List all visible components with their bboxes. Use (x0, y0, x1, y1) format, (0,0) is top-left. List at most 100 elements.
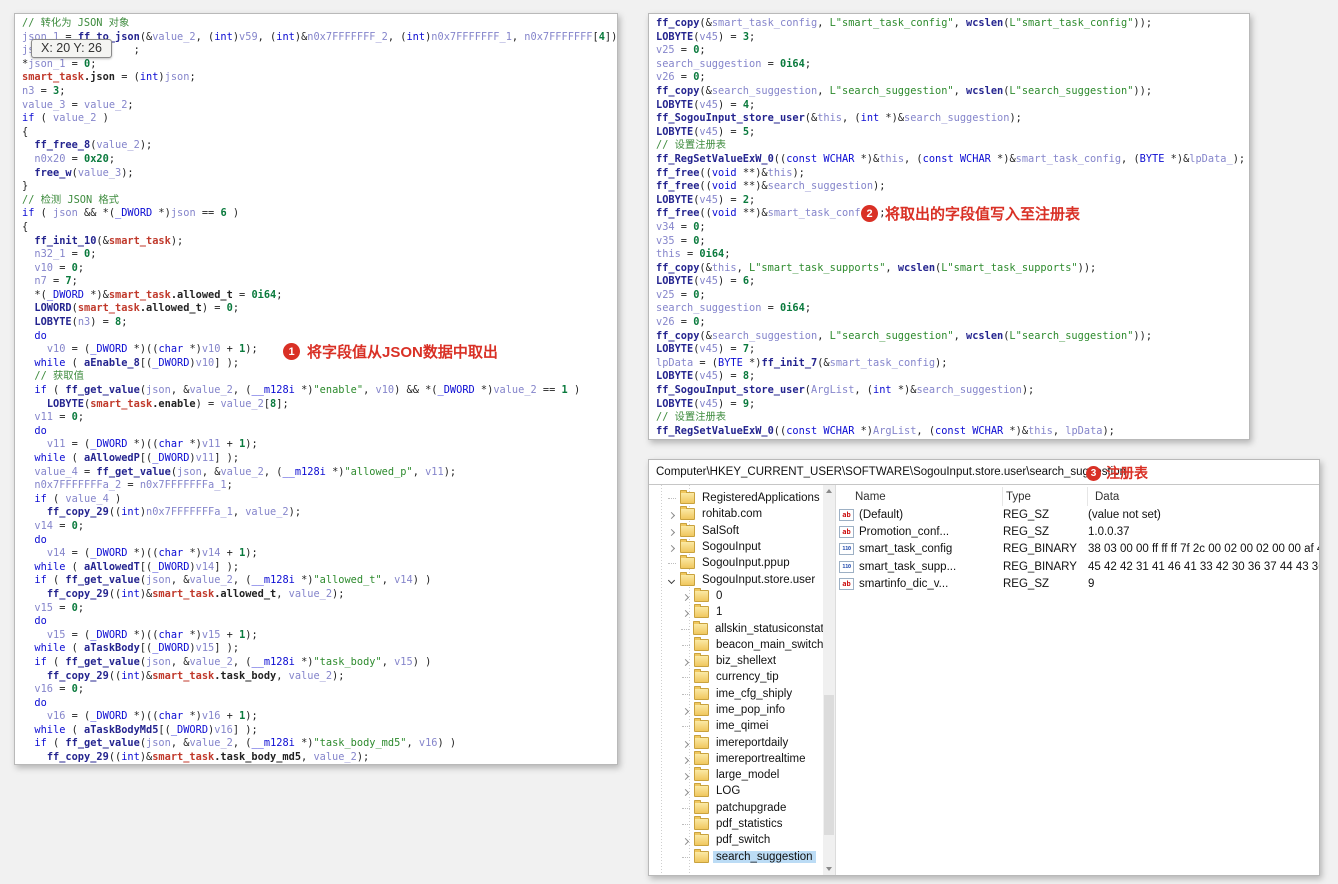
tree-item-label[interactable]: beacon_main_switch (713, 639, 826, 651)
registry-value-row[interactable]: 110 smart_task_config REG_BINARY 38 03 00 0… (836, 541, 1319, 558)
tree-item-label[interactable]: SogouInput.store.user (699, 574, 818, 586)
tree-item-ime_pop_info[interactable]: ime_pop_info (649, 702, 835, 718)
tree-item-label[interactable]: ime_qimei (713, 720, 771, 732)
code-token: wcslen (966, 17, 1004, 29)
tree-item-label[interactable]: search_suggestion (713, 850, 816, 863)
code-token: = (761, 302, 780, 315)
tree-item-label[interactable]: 1 (713, 606, 725, 618)
chevron-right-icon[interactable] (665, 527, 678, 535)
tree-item-large_model[interactable]: large_model (649, 767, 835, 783)
tree-item-label[interactable]: imereportrealtime (713, 753, 808, 765)
code-token: n0x7FFFFFFF_1 (431, 30, 512, 43)
chevron-right-icon[interactable] (679, 739, 692, 747)
code-token: v16 (46, 710, 66, 723)
chevron-right-icon[interactable] (665, 510, 678, 518)
tree-item-label[interactable]: SalSoft (699, 525, 742, 537)
code-token: const (922, 152, 954, 165)
tree-item-rohitab.com[interactable]: rohitab.com (649, 506, 835, 522)
tree-item-SogouInput.ppup[interactable]: SogouInput.ppup (649, 555, 835, 571)
tree-item-imereportrealtime[interactable]: imereportrealtime (649, 750, 835, 767)
tree-item-label[interactable]: SogouInput.ppup (699, 557, 793, 569)
code-token: *) (294, 737, 314, 750)
registry-value-row[interactable]: ab Promotion_conf... REG_SZ 1.0.0.37 (836, 523, 1319, 540)
tree-item-label[interactable]: rohitab.com (699, 508, 765, 520)
code-line: search_suggestion = 0i64; (656, 58, 1249, 72)
tree-item-biz_shellext[interactable]: biz_shellext (649, 653, 835, 669)
chevron-right-icon[interactable] (679, 771, 692, 779)
chevron-right-icon[interactable] (679, 836, 692, 844)
code-token: ; (699, 220, 706, 233)
tree-item-beacon_main_switch[interactable]: beacon_main_switch (649, 636, 835, 653)
column-header-data[interactable]: Data (1088, 487, 1319, 506)
chevron-right-icon[interactable] (679, 657, 692, 665)
code-token: ); (245, 343, 258, 356)
code-token: lpData (1065, 424, 1103, 437)
column-header-type[interactable]: Type (1003, 487, 1088, 506)
tree-item-label[interactable]: biz_shellext (713, 655, 779, 667)
registry-value-row[interactable]: ab (Default) REG_SZ (value not set) (836, 506, 1319, 523)
tree-item-currency_tip[interactable]: currency_tip (649, 669, 835, 685)
tree-item-label[interactable]: LOG (713, 785, 743, 797)
chevron-right-icon[interactable] (665, 543, 678, 551)
tree-item-ime_qimei[interactable]: ime_qimei (649, 718, 835, 734)
column-header-name[interactable]: Name (836, 487, 1003, 506)
registry-key-tree[interactable]: RegisteredApplications rohitab.com SalSoft… (649, 485, 836, 875)
scroll-up-icon[interactable] (826, 489, 832, 493)
tree-item-1[interactable]: 1 (649, 604, 835, 620)
tree-item-label[interactable]: large_model (713, 769, 782, 781)
chevron-right-icon[interactable] (679, 592, 692, 600)
code-token: *)& (854, 152, 880, 165)
tree-item-label[interactable]: 0 (713, 590, 725, 602)
code-line: // 获取值 (22, 370, 617, 384)
tree-item-RegisteredApplications[interactable]: RegisteredApplications (649, 490, 835, 506)
tree-item-label[interactable]: imereportdaily (713, 737, 791, 749)
tree-item-SogouInput.store.user[interactable]: SogouInput.store.user (649, 571, 835, 587)
tree-item-label[interactable]: allskin_statusiconstatis (712, 623, 835, 635)
tree-item-label[interactable]: pdf_statistics (713, 818, 785, 830)
code-token: v11 (195, 452, 215, 464)
scrollbar-thumb[interactable] (824, 695, 834, 835)
code-token: _DWORD (152, 560, 190, 573)
tree-scrollbar[interactable] (823, 485, 835, 875)
code-token: ); (1021, 384, 1035, 397)
registry-value-row[interactable]: ab smartinfo_dic_v... REG_SZ 9 (836, 576, 1319, 593)
code-line: this = 0i64; (656, 248, 1249, 262)
tree-item-LOG[interactable]: LOG (649, 783, 835, 799)
tree-item-allskin_statusiconstatis[interactable]: allskin_statusiconstatis (649, 620, 835, 636)
tree-item-SalSoft[interactable]: SalSoft (649, 522, 835, 539)
chevron-right-icon[interactable] (679, 706, 692, 714)
code-token: (& (804, 112, 818, 125)
tree-item-label[interactable]: pdf_switch (713, 834, 773, 846)
code-token: = (674, 234, 694, 247)
tree-item-label[interactable]: SogouInput (699, 541, 764, 553)
annotation-1-badge: 1 (283, 343, 300, 360)
tree-item-search_suggestion[interactable]: search_suggestion (649, 848, 835, 865)
code-token: , (953, 329, 967, 342)
registry-address-bar[interactable]: Computer\HKEY_CURRENT_USER\SOFTWARE\Sogo… (649, 460, 1319, 485)
chevron-right-icon[interactable] (679, 787, 692, 795)
tree-item-0[interactable]: 0 (649, 587, 835, 604)
chevron-down-icon[interactable] (665, 576, 678, 583)
tree-item-label[interactable]: currency_tip (713, 671, 782, 683)
registry-value-row[interactable]: 110 smart_task_supp... REG_BINARY 45 42 42 … (836, 558, 1319, 575)
tree-item-imereportdaily[interactable]: imereportdaily (649, 734, 835, 750)
tree-item-label[interactable]: ime_pop_info (713, 704, 788, 716)
tree-item-ime_cfg_shiply[interactable]: ime_cfg_shiply (649, 685, 835, 702)
tree-item-patchupgrade[interactable]: patchupgrade (649, 799, 835, 816)
tree-item-label[interactable]: ime_cfg_shiply (713, 688, 795, 700)
tree-item-pdf_switch[interactable]: pdf_switch (649, 832, 835, 848)
tree-item-label[interactable]: patchupgrade (713, 802, 789, 814)
tree-item-pdf_statistics[interactable]: pdf_statistics (649, 816, 835, 832)
code-token: ; (232, 302, 240, 315)
chevron-right-icon[interactable] (679, 608, 692, 616)
code-token: do (34, 329, 47, 342)
tree-item-SogouInput[interactable]: SogouInput (649, 539, 835, 555)
code-token: *)(( (127, 547, 159, 560)
tree-item-label[interactable]: RegisteredApplications (699, 492, 823, 504)
chevron-right-icon[interactable] (679, 755, 692, 763)
code-token: value_2 (288, 587, 333, 600)
scroll-down-icon[interactable] (826, 867, 832, 871)
